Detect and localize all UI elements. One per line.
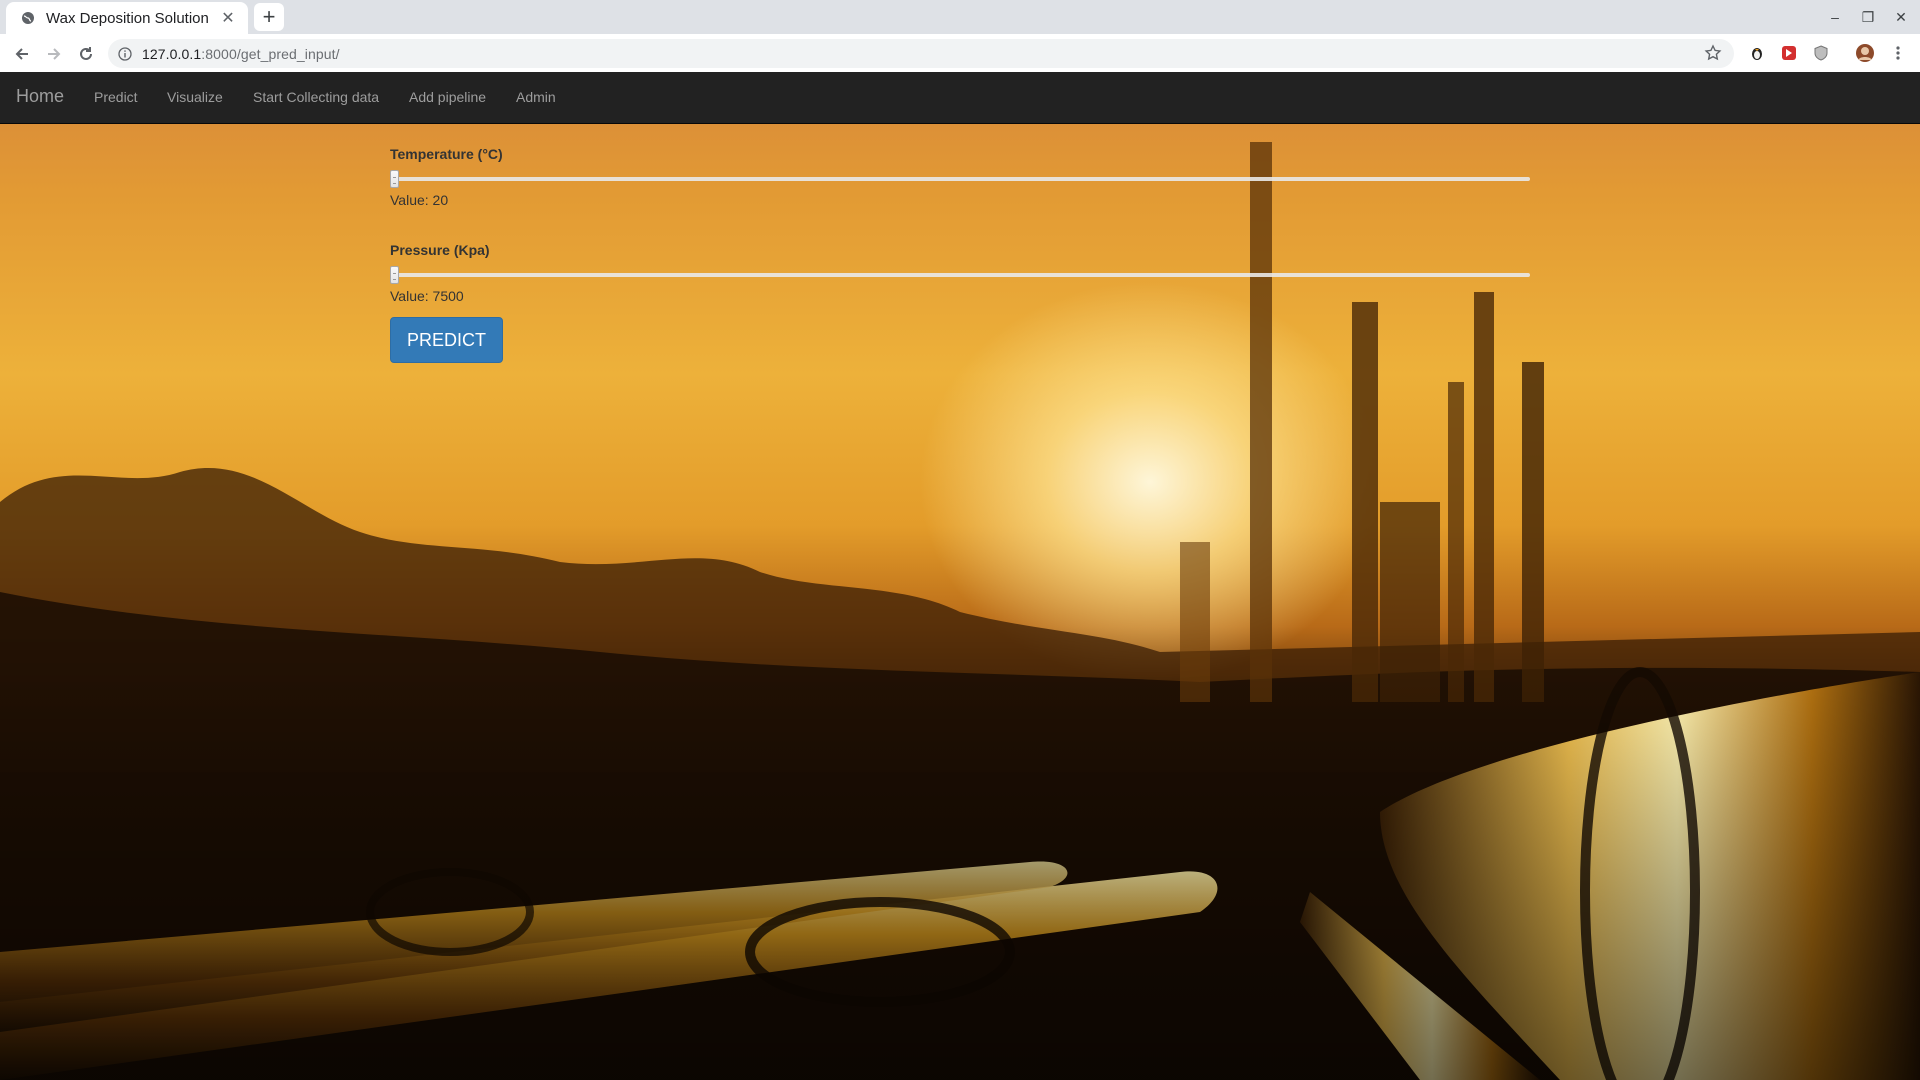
browser-menu-icon[interactable] (1888, 43, 1908, 63)
temperature-value: Value: 20 (390, 192, 449, 208)
reload-icon[interactable] (74, 42, 98, 66)
bookmark-star-icon[interactable] (1704, 44, 1722, 62)
temperature-label: Temperature (°C) (390, 146, 503, 162)
nav-link-visualize[interactable]: Visualize (167, 89, 223, 105)
browser-tab[interactable]: Wax Deposition Solution ✕ (6, 2, 248, 34)
nav-link-add-pipeline[interactable]: Add pipeline (409, 89, 486, 105)
site-navbar: Home Predict Visualize Start Collecting … (0, 72, 1920, 124)
browser-toolbar: 127.0.0.1:8000/get_pred_input/ (0, 34, 1920, 73)
extension-penguin-icon[interactable] (1747, 43, 1767, 63)
page-viewport: Home Predict Visualize Start Collecting … (0, 72, 1920, 1080)
url-path: :8000/get_pred_input/ (201, 45, 340, 62)
minimize-icon[interactable]: – (1824, 6, 1846, 28)
url-host: 127.0.0.1 (142, 45, 202, 62)
browser-tab-strip: Wax Deposition Solution ✕ + – ❐ ✕ (0, 0, 1920, 34)
close-tab-icon[interactable]: ✕ (218, 8, 238, 28)
temperature-slider-handle[interactable] (390, 170, 399, 188)
pressure-slider[interactable] (390, 273, 1530, 277)
tab-title: Wax Deposition Solution (46, 9, 209, 27)
extension-red-icon[interactable] (1779, 43, 1799, 63)
restore-icon[interactable]: ❐ (1857, 6, 1879, 28)
nav-link-predict[interactable]: Predict (94, 89, 138, 105)
profile-avatar-icon[interactable] (1855, 43, 1875, 63)
pipeline-sunset-background (0, 142, 1920, 1080)
forward-icon[interactable] (42, 42, 66, 66)
new-tab-button[interactable]: + (254, 3, 284, 31)
back-icon[interactable] (10, 42, 34, 66)
url-text: 127.0.0.1:8000/get_pred_input/ (142, 46, 340, 62)
pressure-label: Pressure (Kpa) (390, 242, 490, 258)
globe-icon (20, 10, 36, 26)
predict-button[interactable]: PREDICT (390, 317, 503, 363)
nav-link-start-collecting-data[interactable]: Start Collecting data (253, 89, 379, 105)
info-icon[interactable] (118, 46, 132, 61)
extension-shield-icon[interactable] (1811, 43, 1831, 63)
nav-link-admin[interactable]: Admin (516, 89, 556, 105)
address-bar[interactable]: 127.0.0.1:8000/get_pred_input/ (108, 39, 1734, 68)
pressure-value: Value: 7500 (390, 288, 464, 304)
pressure-slider-handle[interactable] (390, 266, 399, 284)
close-window-icon[interactable]: ✕ (1890, 6, 1912, 28)
temperature-slider[interactable] (390, 177, 1530, 181)
navbar-brand-home[interactable]: Home (16, 86, 64, 107)
